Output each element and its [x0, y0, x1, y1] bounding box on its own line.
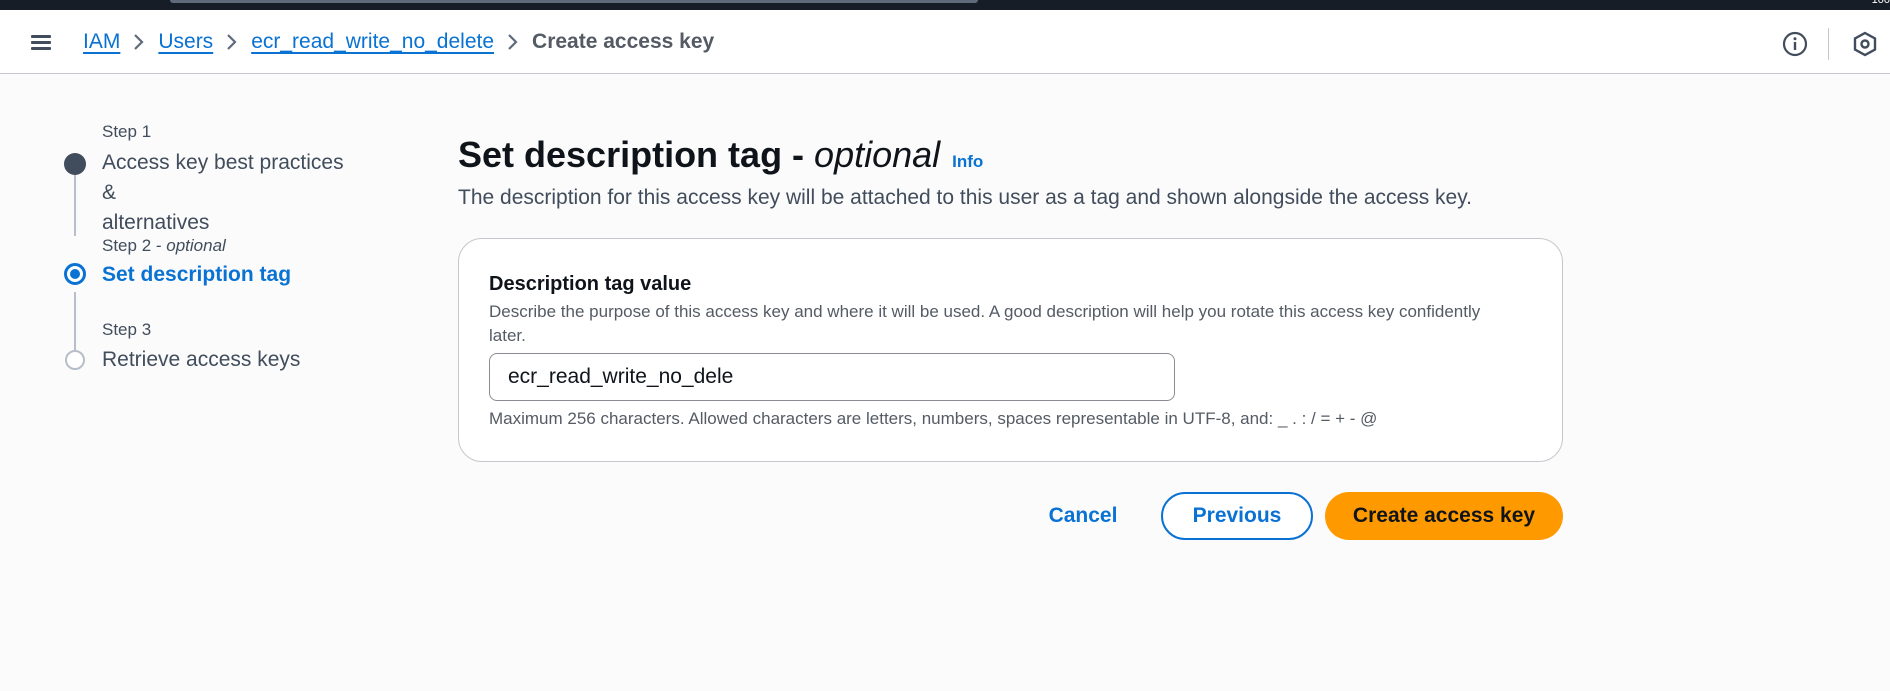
- step-3-label: Step 3: [102, 320, 152, 339]
- info-link[interactable]: Info: [952, 152, 983, 172]
- step-completed-icon: [64, 153, 86, 175]
- step-1-label: Step 1: [102, 122, 152, 141]
- browser-top-strip: 100: [0, 0, 1890, 10]
- step-2-label: Step 2 - optional: [102, 236, 226, 255]
- breadcrumb: IAM Users ecr_read_write_no_delete Creat…: [83, 30, 714, 54]
- scrollbar-thumb[interactable]: [170, 0, 978, 3]
- info-circle-icon[interactable]: [1782, 31, 1808, 57]
- chevron-right-icon: [120, 32, 158, 52]
- field-description: Describe the purpose of this access key …: [489, 302, 1481, 345]
- nav-divider: [1828, 28, 1829, 60]
- breadcrumb-users[interactable]: Users: [158, 30, 213, 54]
- step-2-title: Set description tag: [102, 263, 292, 286]
- chevron-right-icon: [213, 32, 251, 52]
- field-label: Description tag value: [489, 273, 692, 295]
- field-constraint: Maximum 256 characters. Allowed characte…: [489, 409, 1378, 428]
- hexagon-settings-icon[interactable]: [1852, 31, 1878, 57]
- breadcrumb-iam[interactable]: IAM: [83, 30, 120, 54]
- description-tag-panel: Description tag value Describe the purpo…: [458, 238, 1563, 462]
- chevron-right-icon: [494, 32, 532, 52]
- create-access-key-button[interactable]: Create access key: [1325, 492, 1563, 540]
- description-tag-input[interactable]: ecr_read_write_no_dele: [489, 353, 1175, 401]
- breadcrumb-user[interactable]: ecr_read_write_no_delete: [251, 30, 494, 54]
- page-title: Set description tag - optional Info: [458, 134, 984, 175]
- cancel-button[interactable]: Cancel: [1040, 492, 1126, 540]
- previous-button[interactable]: Previous: [1161, 492, 1313, 540]
- top-navigation: IAM Users ecr_read_write_no_delete Creat…: [0, 10, 1890, 74]
- step-connector: [74, 292, 76, 350]
- step-connector: [74, 166, 76, 236]
- step-1-title[interactable]: Access key best practices & alternatives: [102, 148, 358, 238]
- zoom-indicator: 100: [1871, 0, 1890, 6]
- step-active-icon: [64, 263, 86, 285]
- step-3-title: Retrieve access keys: [102, 348, 301, 371]
- page-description: The description for this access key will…: [458, 186, 1472, 209]
- menu-icon[interactable]: [28, 30, 56, 54]
- step-pending-icon: [65, 350, 85, 370]
- breadcrumb-current: Create access key: [532, 30, 715, 53]
